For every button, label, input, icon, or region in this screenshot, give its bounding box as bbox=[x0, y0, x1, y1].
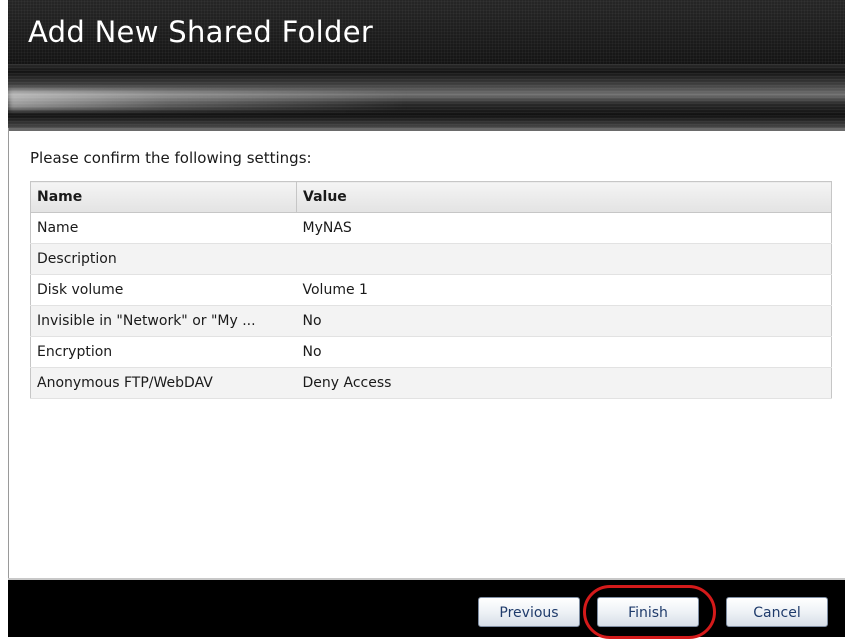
row-value-cell: MyNAS bbox=[296, 212, 832, 244]
table-row[interactable]: Encryption No bbox=[30, 336, 832, 368]
row-name-cell: Anonymous FTP/WebDAV bbox=[30, 367, 297, 399]
row-value-cell bbox=[296, 243, 832, 275]
table-row[interactable]: Name MyNAS bbox=[30, 212, 832, 244]
row-name-cell: Name bbox=[30, 212, 297, 244]
row-name-cell: Description bbox=[30, 243, 297, 275]
column-header-value: Value bbox=[296, 181, 832, 213]
row-value-cell: Volume 1 bbox=[296, 274, 832, 306]
row-value-cell: No bbox=[296, 336, 832, 368]
title-bar: Add New Shared Folder bbox=[8, 0, 845, 64]
row-value-cell: Deny Access bbox=[296, 367, 832, 399]
column-header-name: Name bbox=[30, 181, 297, 213]
row-value-cell: No bbox=[296, 305, 832, 337]
table-row[interactable]: Description bbox=[30, 243, 832, 275]
content-left-border bbox=[8, 128, 9, 578]
cancel-button[interactable]: Cancel bbox=[726, 597, 828, 627]
previous-button[interactable]: Previous bbox=[478, 597, 580, 627]
dialog-title: Add New Shared Folder bbox=[28, 15, 374, 49]
table-row[interactable]: Anonymous FTP/WebDAV Deny Access bbox=[30, 367, 832, 399]
settings-table: Name Value Name MyNAS Description Disk v… bbox=[30, 181, 832, 399]
table-row[interactable]: Invisible in "Network" or "My ... No bbox=[30, 305, 832, 337]
table-header-row: Name Value bbox=[30, 181, 832, 213]
row-name-cell: Encryption bbox=[30, 336, 297, 368]
confirm-prompt: Please confirm the following settings: bbox=[30, 149, 312, 167]
dialog-window: Add New Shared Folder Please confirm the… bbox=[0, 0, 845, 639]
row-name-cell: Disk volume bbox=[30, 274, 297, 306]
table-row[interactable]: Disk volume Volume 1 bbox=[30, 274, 832, 306]
banner-shine bbox=[8, 90, 408, 110]
finish-button[interactable]: Finish bbox=[597, 597, 699, 627]
button-footer bbox=[8, 578, 845, 637]
banner-divider bbox=[8, 128, 845, 131]
row-name-cell: Invisible in "Network" or "My ... bbox=[30, 305, 297, 337]
